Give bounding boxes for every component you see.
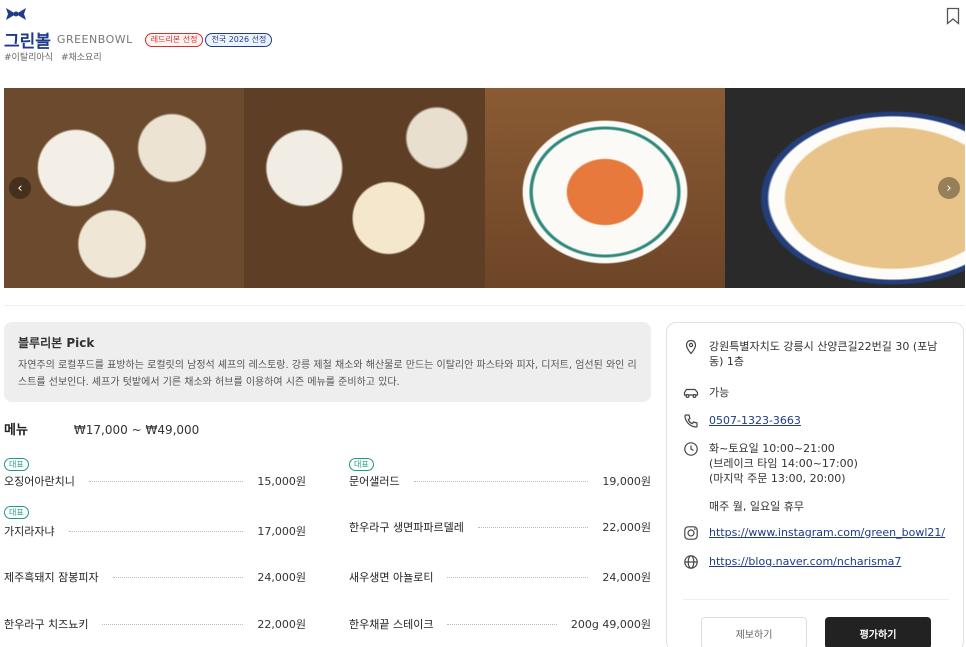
restaurant-name: 그린볼 — [4, 32, 51, 52]
info-panel: 강원특별자치도 강릉시 산양큰길22번길 30 (포남동) 1층 가능 0507… — [666, 322, 964, 647]
phone-icon — [684, 414, 698, 428]
menu-item: 대표 오징어아란치니 15,000원 — [4, 452, 306, 492]
menu-header: 메뉴 ₩17,000 ~ ₩49,000 — [4, 419, 199, 438]
bookmark-icon[interactable] — [946, 7, 960, 25]
instagram-link[interactable]: https://www.instagram.com/green_bowl21/ — [709, 525, 945, 541]
signature-badge: 대표 — [349, 458, 374, 471]
menu-item-price: 22,000원 — [602, 521, 651, 534]
menu-item: 한우채끝 스테이크 200g 49,000원 — [349, 607, 651, 647]
instagram-icon — [684, 526, 698, 540]
section-divider — [4, 305, 965, 306]
menu-item: 제주흑돼지 잠봉피자 24,000원 — [4, 560, 306, 600]
clock-icon — [684, 442, 698, 456]
menu-item-price: 22,000원 — [257, 618, 306, 631]
break-time-text: (브레이크 타임 14:00~17:00) — [709, 457, 858, 470]
phone-row: 0507-1323-3663 — [683, 413, 801, 429]
menu-item: 한우라구 생면파파르델레 22,000원 — [349, 500, 651, 540]
tag-item[interactable]: #채소요리 — [61, 50, 102, 63]
menu-item-name: 새우생면 아뇰로티 — [349, 571, 434, 584]
tag-item[interactable]: #이탈리아식 — [4, 50, 53, 63]
restaurant-name-en: GREENBOWL — [56, 33, 133, 46]
map-pin-icon — [685, 339, 697, 355]
last-order-text: (마지막 주문 13:00, 20:00) — [709, 472, 846, 485]
menu-item: 대표 문어샐러드 19,000원 — [349, 452, 651, 492]
menu-item-price: 24,000원 — [257, 571, 306, 584]
menu-item-name: 한우라구 생면파파르델레 — [349, 521, 464, 534]
blue-ribbon-logo-icon — [6, 8, 26, 20]
report-button[interactable]: 제보하기 — [701, 617, 807, 647]
tag-list: #이탈리아식 #채소요리 — [4, 50, 102, 63]
car-icon — [683, 388, 699, 399]
menu-item-price: 19,000원 — [602, 475, 651, 488]
hours-text: 화~토요일 10:00~21:00 — [709, 442, 835, 455]
menu-item: 대표 가지라자냐 17,000원 — [4, 500, 306, 540]
menu-item: 한우라구 치즈뇨키 22,000원 — [4, 607, 306, 647]
address-text: 강원특별자치도 강릉시 산양큰길22번길 30 (포남동) 1층 — [709, 340, 938, 368]
red-ribbon-badge: 레드리본 선정 — [144, 32, 204, 47]
signature-badge: 대표 — [4, 506, 29, 519]
parking-row: 가능 — [683, 385, 729, 401]
menu-item-name: 문어샐러드 — [349, 475, 400, 488]
pick-title: 블루리본 Pick — [18, 336, 95, 350]
rate-button[interactable]: 평가하기 — [825, 617, 931, 647]
food-photo[interactable] — [485, 88, 725, 288]
menu-item-name: 제주흑돼지 잠봉피자 — [4, 571, 99, 584]
instagram-row: https://www.instagram.com/green_bowl21/ — [683, 525, 945, 541]
gallery-next-button[interactable]: › — [935, 88, 963, 288]
blue-ribbon-pick-box: 블루리본 Pick 자연주의 로컬푸드를 표방하는 로컬릿의 남정석 셰프의 레… — [4, 322, 651, 402]
blog-link[interactable]: https://blog.naver.com/ncharisma7 — [709, 554, 901, 570]
menu-item: 새우생면 아뇰로티 24,000원 — [349, 560, 651, 600]
food-photo[interactable] — [4, 88, 244, 288]
menu-label: 메뉴 — [4, 423, 28, 438]
pick-description: 자연주의 로컬푸드를 표방하는 로컬릿의 남정석 셰프의 레스토랑. 강릉 제철… — [18, 360, 637, 388]
menu-item-name: 한우라구 치즈뇨키 — [4, 618, 89, 631]
photo-gallery[interactable] — [4, 88, 965, 288]
signature-badge: 대표 — [4, 458, 29, 471]
menu-item-name: 한우채끝 스테이크 — [349, 618, 434, 631]
globe-icon — [684, 555, 698, 569]
food-photo[interactable] — [244, 88, 485, 288]
menu-item-price: 17,000원 — [257, 525, 306, 538]
chevron-right-icon: › — [938, 177, 960, 199]
phone-link[interactable]: 0507-1323-3663 — [709, 413, 801, 429]
chevron-left-icon: ‹ — [9, 177, 31, 199]
menu-item-name: 오징어아란치니 — [4, 475, 75, 488]
menu-item-price: 15,000원 — [257, 475, 306, 488]
food-photo[interactable] — [725, 88, 965, 288]
blog-row: https://blog.naver.com/ncharisma7 — [683, 554, 901, 570]
hours-row: 화~토요일 10:00~21:00 (브레이크 타임 14:00~17:00) … — [683, 441, 858, 514]
closed-days-text: 매주 월, 일요일 휴무 — [709, 500, 804, 513]
menu-price-range: ₩17,000 ~ ₩49,000 — [73, 423, 200, 437]
address-row: 강원특별자치도 강릉시 산양큰길22번길 30 (포남동) 1층 — [683, 339, 949, 369]
info-divider — [683, 599, 949, 600]
menu-item-price: 24,000원 — [602, 571, 651, 584]
menu-item-price: 200g 49,000원 — [570, 618, 651, 631]
selection-badge: 전국 2026 선정 — [205, 32, 273, 47]
gallery-prev-button[interactable]: ‹ — [6, 88, 34, 288]
parking-text: 가능 — [709, 386, 730, 399]
restaurant-title-row: 그린볼 GREENBOWL 레드리본 선정 전국 2026 선정 — [4, 27, 273, 52]
menu-item-name: 가지라자냐 — [4, 525, 55, 538]
